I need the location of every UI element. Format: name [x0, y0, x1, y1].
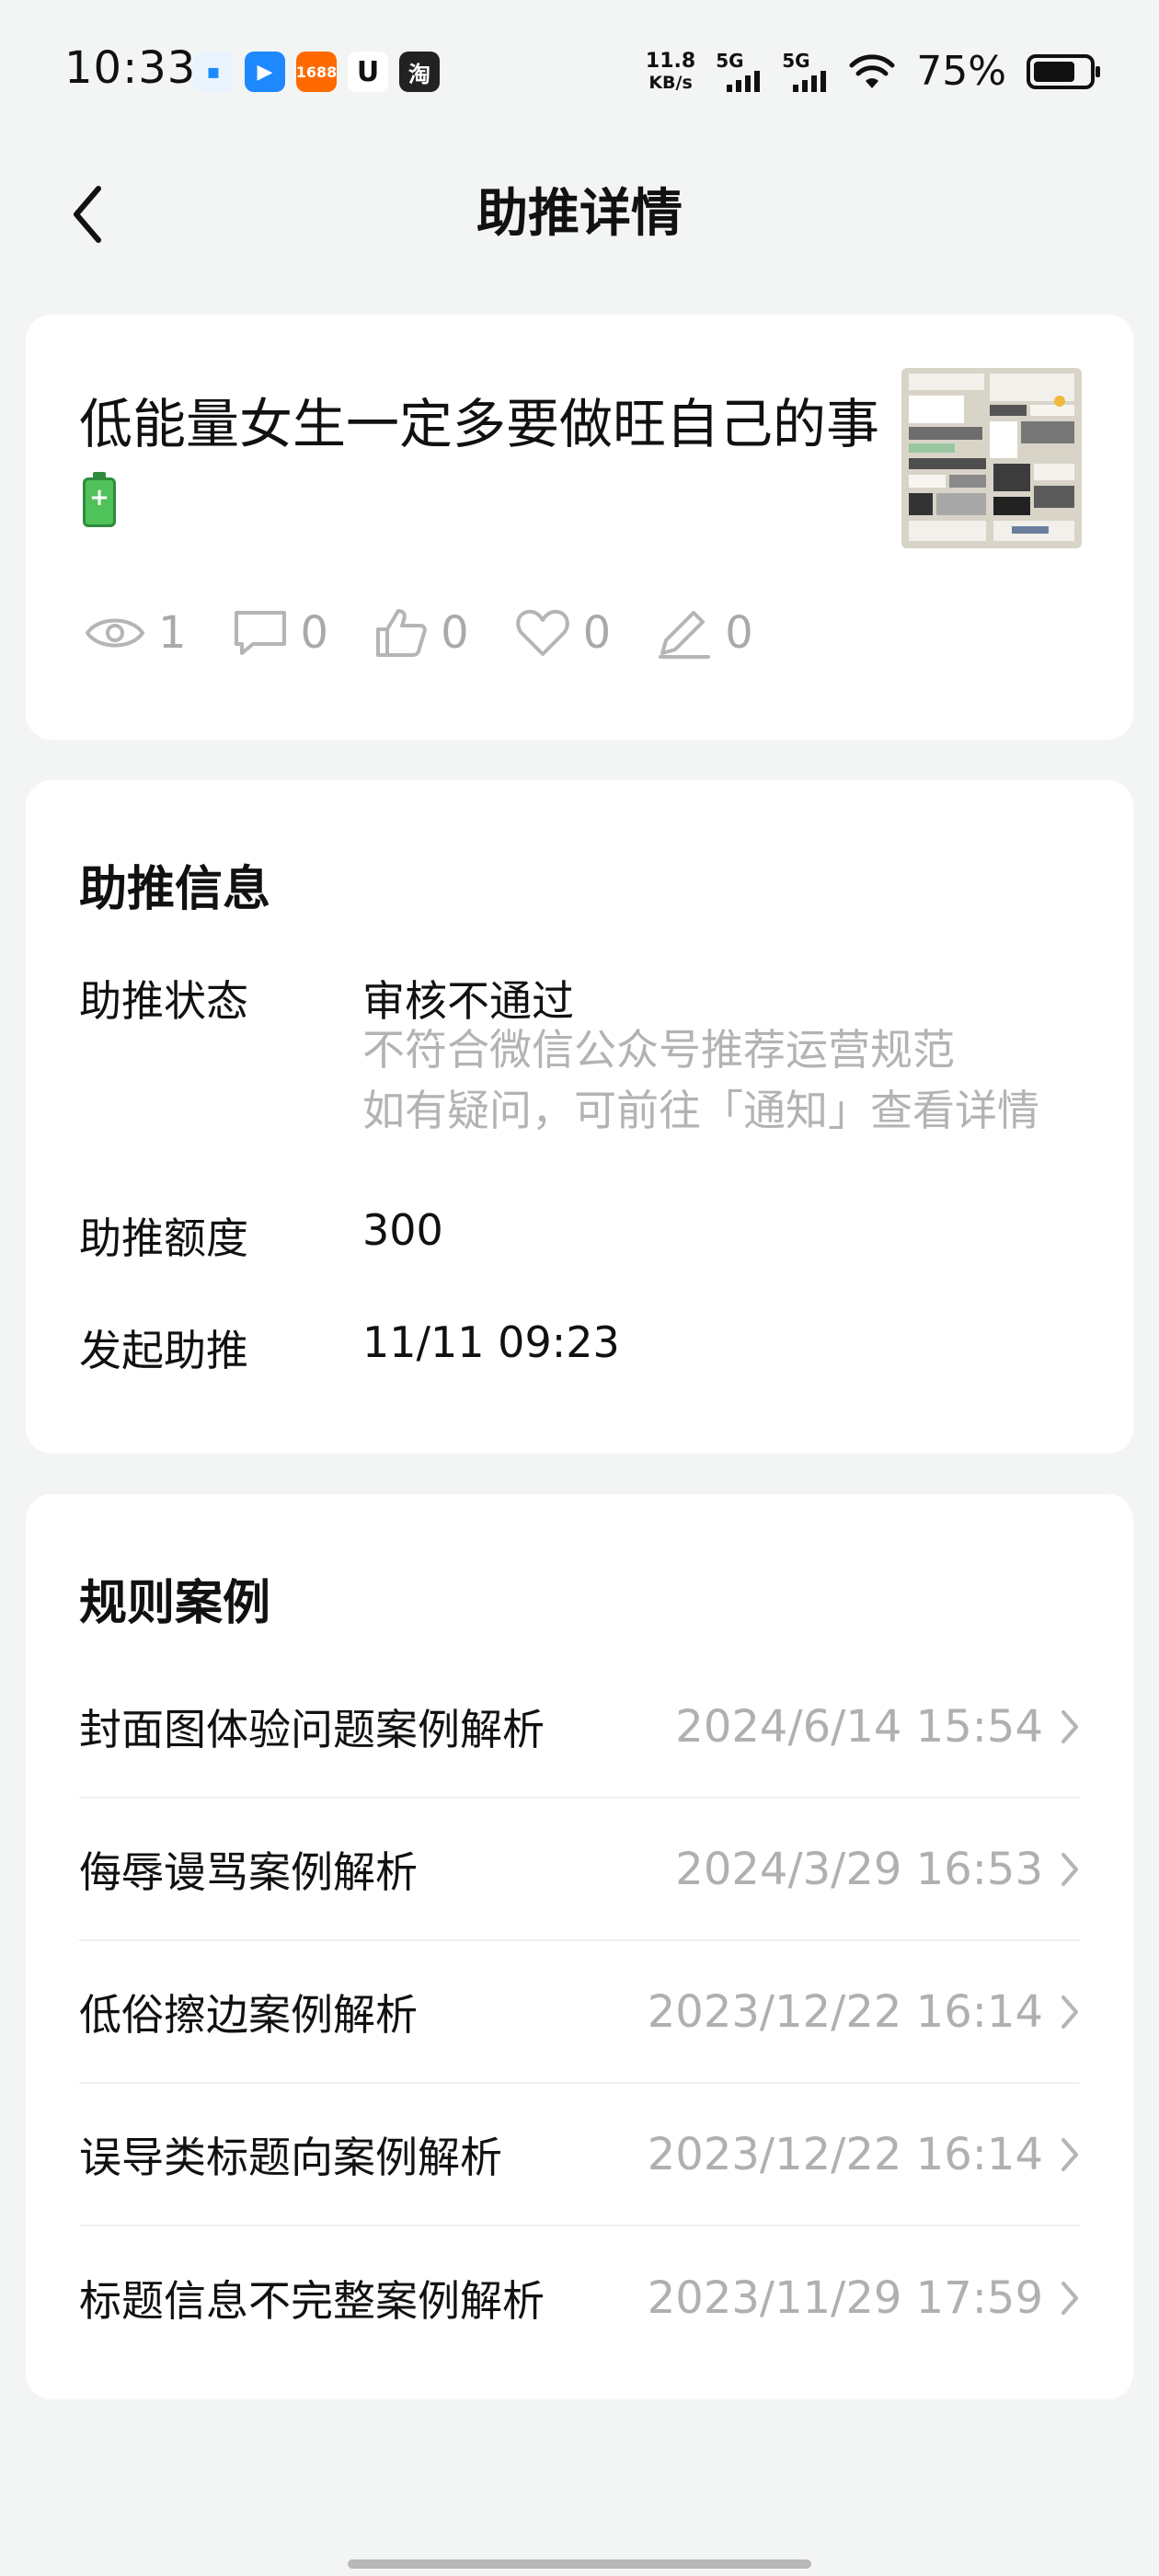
comments-count: 0	[300, 607, 329, 659]
signal-1-icon: 5G	[716, 50, 762, 94]
chevron-right-icon	[1060, 1708, 1080, 1745]
net-speed: 11.8 KB/s	[645, 49, 696, 93]
start-value: 11/11 09:23	[362, 1317, 620, 1367]
battery-icon	[1027, 53, 1100, 89]
app-icon-1: ▪	[193, 52, 234, 92]
app-icon-5: 淘	[399, 52, 440, 92]
list-item[interactable]: 标题信息不完整案例解析 2023/11/29 17:59	[79, 2226, 1080, 2369]
article-title: 低能量女生一定多要做旺自己的事 +	[79, 388, 889, 532]
quota-value: 300	[362, 1205, 443, 1255]
status-right: 11.8 KB/s 5G 5G 75%	[645, 48, 1100, 95]
status-label: 助推状态	[79, 976, 248, 1026]
header: 助推详情	[0, 166, 1159, 267]
article-thumbnail[interactable]	[901, 368, 1082, 548]
comment-icon	[234, 611, 286, 655]
battery-emoji-icon: +	[83, 471, 116, 527]
page-title: 助推详情	[476, 184, 683, 244]
pencil-icon	[659, 611, 711, 659]
boost-info-card: 助推信息 助推状态 审核不通过 不符合微信公众号推荐运营规范 如有疑问，可前往「…	[26, 780, 1133, 1454]
rule-date: 2024/3/29 16:53	[675, 1843, 1043, 1895]
chevron-right-icon	[1060, 1994, 1080, 2030]
rule-name: 封面图体验问题案例解析	[79, 1704, 545, 1754]
rule-name: 低俗擦边案例解析	[79, 1989, 418, 2040]
rule-name: 误导类标题向案例解析	[79, 2132, 502, 2182]
rule-date: 2023/12/22 16:14	[647, 1985, 1043, 2038]
signal-2-label: 5G	[782, 49, 810, 72]
quota-label: 助推额度	[79, 1213, 248, 1263]
status-bar: 10:33 ▪ ▶ 1688 ᑌ 淘 11.8 KB/s 5G 5G 75%	[0, 0, 1159, 147]
rule-name: 标题信息不完整案例解析	[79, 2275, 545, 2326]
article-stats: 1 0 0 0 0	[85, 607, 799, 659]
app-icon-3: 1688	[296, 52, 337, 92]
list-item[interactable]: 侮辱谩骂案例解析 2024/3/29 16:53	[79, 1799, 1080, 1941]
start-row: 发起助推 11/11 09:23	[79, 1317, 1080, 1375]
edits-count: 0	[725, 607, 753, 659]
quota-row: 助推额度 300	[79, 1205, 1080, 1263]
rule-list: 封面图体验问题案例解析 2024/6/14 15:54 侮辱谩骂案例解析 202…	[79, 1656, 1080, 2369]
stat-likes: 0	[374, 607, 469, 659]
views-count: 1	[158, 607, 187, 659]
article-title-text: 低能量女生一定多要做旺自己的事	[79, 393, 880, 455]
net-speed-unit: KB/s	[648, 72, 693, 93]
wifi-icon	[848, 53, 896, 90]
status-note-1: 不符合微信公众号推荐运营规范	[362, 1025, 955, 1075]
list-item[interactable]: 封面图体验问题案例解析 2024/6/14 15:54	[79, 1656, 1080, 1799]
rule-date: 2023/12/22 16:14	[647, 2128, 1043, 2180]
chevron-right-icon	[1060, 1851, 1080, 1888]
boost-info-title: 助推信息	[79, 862, 271, 917]
status-note-2: 如有疑问，可前往「通知」查看详情	[362, 1086, 1039, 1135]
rules-card: 规则案例 封面图体验问题案例解析 2024/6/14 15:54 侮辱谩骂案例解…	[26, 1494, 1133, 2399]
list-item[interactable]: 误导类标题向案例解析 2023/12/22 16:14	[79, 2084, 1080, 2226]
status-time: 10:33	[64, 42, 197, 94]
battery-percent: 75%	[916, 48, 1006, 95]
stat-edits: 0	[657, 607, 753, 659]
app-icon-4: ᑌ	[348, 52, 388, 92]
article-card[interactable]: 低能量女生一定多要做旺自己的事 + 1 0 0 0 0	[26, 315, 1133, 740]
rule-date: 2024/6/14 15:54	[675, 1700, 1043, 1753]
signal-2-icon: 5G	[782, 50, 828, 94]
net-speed-value: 11.8	[645, 49, 696, 73]
status-row: 助推状态 审核不通过 不符合微信公众号推荐运营规范 如有疑问，可前往「通知」查看…	[79, 968, 1080, 1152]
chevron-right-icon	[1060, 2136, 1080, 2173]
list-item[interactable]: 低俗擦边案例解析 2023/12/22 16:14	[79, 1941, 1080, 2084]
start-label: 发起助推	[79, 1326, 248, 1375]
favorites-count: 0	[582, 607, 612, 659]
rule-name: 侮辱谩骂案例解析	[79, 1846, 418, 1897]
stat-comments: 0	[233, 607, 329, 659]
home-indicator[interactable]	[348, 2559, 811, 2569]
rule-date: 2023/11/29 17:59	[647, 2271, 1043, 2324]
likes-count: 0	[441, 607, 469, 659]
notification-icons: ▪ ▶ 1688 ᑌ 淘	[193, 52, 440, 92]
signal-1-label: 5G	[716, 49, 744, 72]
app-icon-2: ▶	[245, 52, 285, 92]
chevron-right-icon	[1060, 2280, 1080, 2317]
rules-title: 规则案例	[79, 1576, 271, 1631]
heart-icon	[515, 609, 569, 656]
eye-icon	[85, 618, 145, 648]
thumbs-up-icon	[376, 609, 427, 657]
stat-favorites: 0	[515, 607, 612, 659]
stat-views: 1	[85, 607, 187, 659]
